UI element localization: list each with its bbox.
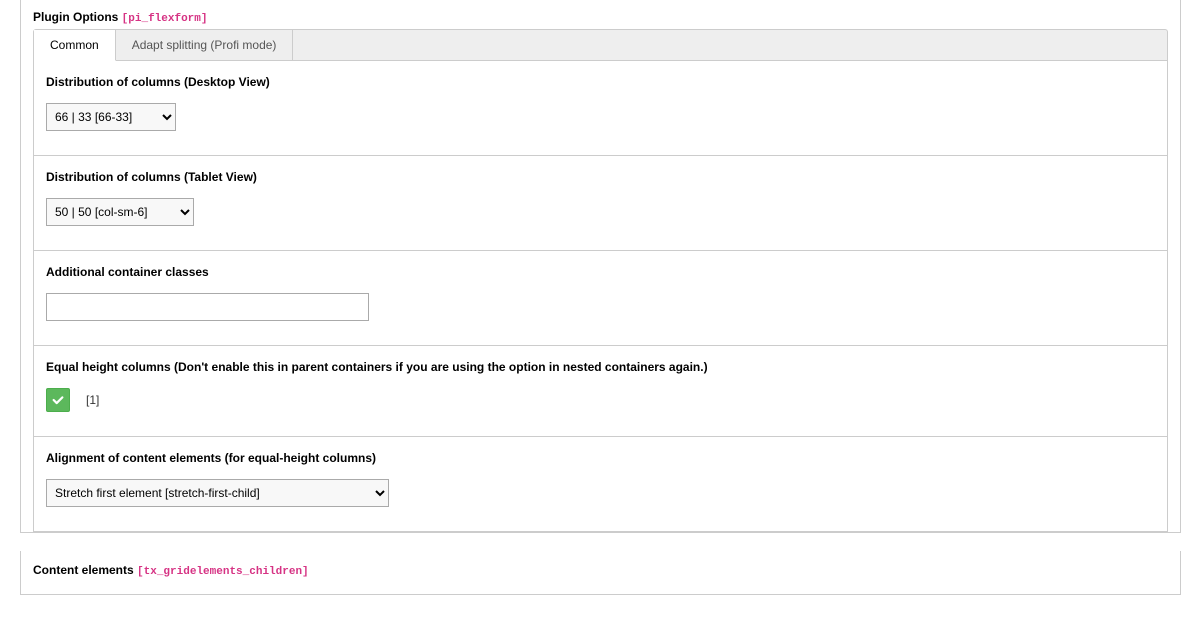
tab-content: Distribution of columns (Desktop View) 6…: [33, 60, 1168, 532]
container-classes-input[interactable]: [46, 293, 369, 321]
alignment-select[interactable]: Stretch first element [stretch-first-chi…: [46, 479, 389, 507]
section-title: Plugin Options [pi_flexform]: [33, 10, 1168, 25]
equal-height-checkbox[interactable]: [46, 388, 70, 412]
content-elements-title: Content elements [tx_gridelements_childr…: [33, 563, 1168, 578]
plugin-options-section: Plugin Options [pi_flexform] Common Adap…: [21, 0, 1180, 532]
field-tablet-distribution: Distribution of columns (Tablet View) 50…: [34, 156, 1167, 251]
field-container-classes: Additional container classes: [34, 251, 1167, 346]
content-elements-panel: Content elements [tx_gridelements_childr…: [20, 551, 1181, 595]
plugin-options-panel: Plugin Options [pi_flexform] Common Adap…: [20, 0, 1181, 533]
plugin-options-label: Plugin Options: [33, 10, 118, 24]
desktop-distribution-label: Distribution of columns (Desktop View): [46, 75, 1155, 89]
tabs-bar: Common Adapt splitting (Profi mode): [33, 29, 1168, 60]
equal-height-label: Equal height columns (Don't enable this …: [46, 360, 1155, 374]
field-desktop-distribution: Distribution of columns (Desktop View) 6…: [34, 61, 1167, 156]
plugin-options-tech: [pi_flexform]: [122, 13, 208, 25]
equal-height-value: [1]: [86, 393, 99, 407]
content-elements-tech: [tx_gridelements_children]: [137, 566, 309, 578]
tablet-distribution-label: Distribution of columns (Tablet View): [46, 170, 1155, 184]
container-classes-label: Additional container classes: [46, 265, 1155, 279]
tab-common[interactable]: Common: [34, 30, 116, 61]
tablet-distribution-select[interactable]: 50 | 50 [col-sm-6]: [46, 198, 194, 226]
alignment-label: Alignment of content elements (for equal…: [46, 451, 1155, 465]
field-equal-height: Equal height columns (Don't enable this …: [34, 346, 1167, 437]
content-elements-label: Content elements: [33, 563, 134, 577]
check-icon: [51, 393, 65, 407]
desktop-distribution-select[interactable]: 66 | 33 [66-33]: [46, 103, 176, 131]
field-alignment: Alignment of content elements (for equal…: [34, 437, 1167, 531]
equal-height-row: [1]: [46, 388, 1155, 412]
tab-adapt-splitting[interactable]: Adapt splitting (Profi mode): [116, 30, 294, 60]
